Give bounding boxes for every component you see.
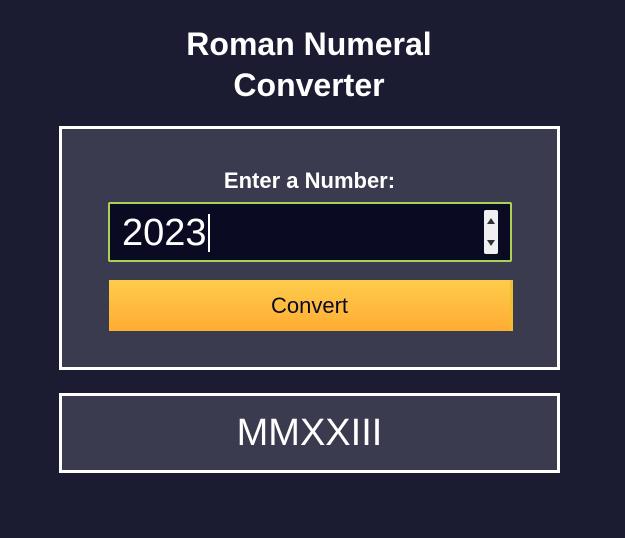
- text-caret: [207, 214, 210, 252]
- number-input-label: Enter a Number:: [223, 168, 396, 193]
- roman-numeral-result: MMXXIII: [236, 412, 383, 454]
- output-display: MMXXIII: [59, 393, 560, 473]
- chevron-down-icon[interactable]: [484, 232, 498, 254]
- number-input[interactable]: 2023: [108, 202, 512, 262]
- page-title-line2: Converter: [233, 67, 385, 103]
- chevron-up-icon[interactable]: [484, 210, 498, 232]
- number-input-value[interactable]: 2023: [122, 210, 210, 256]
- number-input-text: 2023: [122, 212, 207, 254]
- page-title: Roman Numeral Converter: [0, 24, 618, 106]
- convert-button[interactable]: Convert: [109, 280, 513, 331]
- number-spinner[interactable]: [484, 210, 498, 254]
- page-title-line1: Roman Numeral: [186, 26, 432, 62]
- converter-form: Enter a Number: 2023 Convert: [59, 126, 560, 370]
